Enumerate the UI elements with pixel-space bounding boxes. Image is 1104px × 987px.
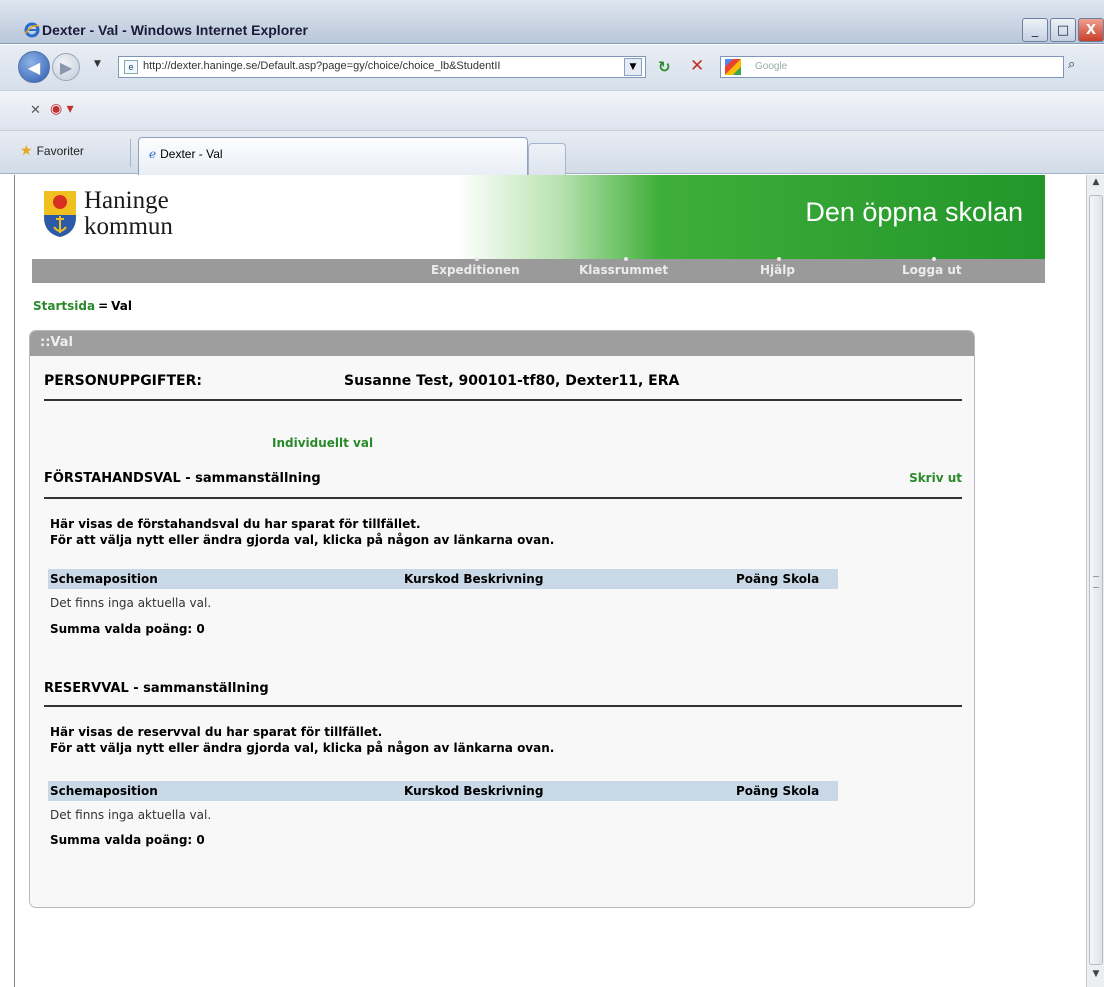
nav-logga-ut[interactable]: Logga ut [902,257,962,277]
haninge-coat-of-arms-icon [44,191,76,237]
search-input[interactable]: Google [720,56,1064,78]
reserve-table-header: Schemaposition Kurskod Beskrivning Poäng… [48,781,838,801]
minimize-button[interactable]: _ [1022,18,1048,42]
favorites-bar: ★ Favoriter ℯ Dexter - Val [0,130,1104,175]
url-input[interactable]: e http://dexter.haninge.se/Default.asp?p… [118,56,646,78]
scroll-grip-icon [1093,576,1099,588]
col-kurskod-beskrivning: Kurskod Beskrivning [404,784,544,798]
col-kurskod-beskrivning: Kurskod Beskrivning [404,572,544,586]
page-icon: e [124,60,138,74]
history-dropdown-icon[interactable]: ▼ [94,59,101,69]
col-poang-skola: Poäng Skola [736,572,820,586]
page-viewport: Haninge kommun Den öppna skolan Expediti… [14,175,1086,987]
nav-expeditionen[interactable]: Expeditionen [431,257,520,277]
site-header: Haninge kommun Den öppna skolan [32,175,1045,259]
panel-header: ::Val [30,331,974,356]
reserve-section-title: RESERVVAL - sammanställning [44,681,269,696]
col-poang-skola: Poäng Skola [736,784,820,798]
favorites-button[interactable]: ★ Favoriter [20,142,84,159]
search-placeholder: Google [755,61,788,72]
reserve-info: Här visas de reservval du har sparat för… [50,725,555,755]
first-choice-info: Här visas de förstahandsval du har spara… [50,517,555,547]
reserve-sum: Summa valda poäng: 0 [50,833,205,847]
scroll-down-icon[interactable]: ▼ [1088,969,1104,985]
url-dropdown-icon[interactable]: ▼ [624,58,642,76]
search-icon[interactable]: ⌕ [1068,57,1075,72]
scroll-thumb[interactable] [1089,195,1103,965]
divider [44,497,962,499]
first-choice-sum: Summa valda poäng: 0 [50,622,205,636]
new-tab-button[interactable] [528,143,566,175]
divider [44,399,962,401]
close-toolbar-icon[interactable]: ✕ [30,103,41,118]
personal-label: PERSONUPPGIFTER: [44,373,202,389]
toolbar-addon-icon[interactable]: ◉ ▾ [50,101,74,117]
breadcrumb: Startsida = Val [33,299,132,313]
tab-dexter-val[interactable]: ℯ Dexter - Val [138,137,528,175]
print-link[interactable]: Skriv ut [909,471,962,485]
ie-logo-icon [24,22,40,38]
back-button[interactable]: ◀ [18,51,50,83]
divider [130,139,131,167]
col-schemaposition: Schemaposition [50,572,158,586]
scroll-up-icon[interactable]: ▲ [1088,177,1104,193]
val-panel: ::Val PERSONUPPGIFTER: Susanne Test, 900… [29,330,975,908]
site-logo-text[interactable]: Haninge kommun [84,188,173,240]
window-title: Dexter - Val - Windows Internet Explorer [42,22,308,38]
first-choice-empty-text: Det finns inga aktuella val. [50,596,212,610]
col-schemaposition: Schemaposition [50,784,158,798]
stop-icon[interactable]: ✕ [690,56,704,76]
vertical-scrollbar[interactable]: ▲ ▼ [1086,175,1104,987]
google-icon [725,59,741,75]
reserve-empty-text: Det finns inga aktuella val. [50,808,212,822]
url-text: http://dexter.haninge.se/Default.asp?pag… [143,60,501,72]
refresh-icon[interactable]: ↻ [658,58,671,76]
address-bar: ◀ ▶ ▼ e http://dexter.haninge.se/Default… [0,45,1104,90]
window-titlebar: Dexter - Val - Windows Internet Explorer… [0,0,1104,44]
breadcrumb-separator: = [98,299,109,313]
first-choice-table-header: Schemaposition Kurskod Beskrivning Poäng… [48,569,838,589]
individual-choice-link[interactable]: Individuellt val [272,436,373,450]
divider [44,705,962,707]
first-choice-section-title: FÖRSTAHANDSVAL - sammanställning [44,471,321,486]
personal-value: Susanne Test, 900101-tf80, Dexter11, ERA [344,373,680,389]
site-nav: Expeditionen Klassrummet Hjälp Logga ut [32,257,1045,283]
close-button[interactable]: X [1078,18,1104,42]
breadcrumb-current: Val [111,299,132,313]
breadcrumb-home-link[interactable]: Startsida [33,299,95,313]
command-bar: ✕ ◉ ▾ [0,90,1104,130]
maximize-button[interactable]: □ [1050,18,1076,42]
star-icon: ★ [20,142,33,158]
header-slogan: Den öppna skolan [805,197,1023,227]
forward-button[interactable]: ▶ [52,53,80,81]
ie-page-icon: ℯ [149,147,157,161]
nav-klassrummet[interactable]: Klassrummet [579,257,668,277]
nav-hjalp[interactable]: Hjälp [760,257,795,277]
